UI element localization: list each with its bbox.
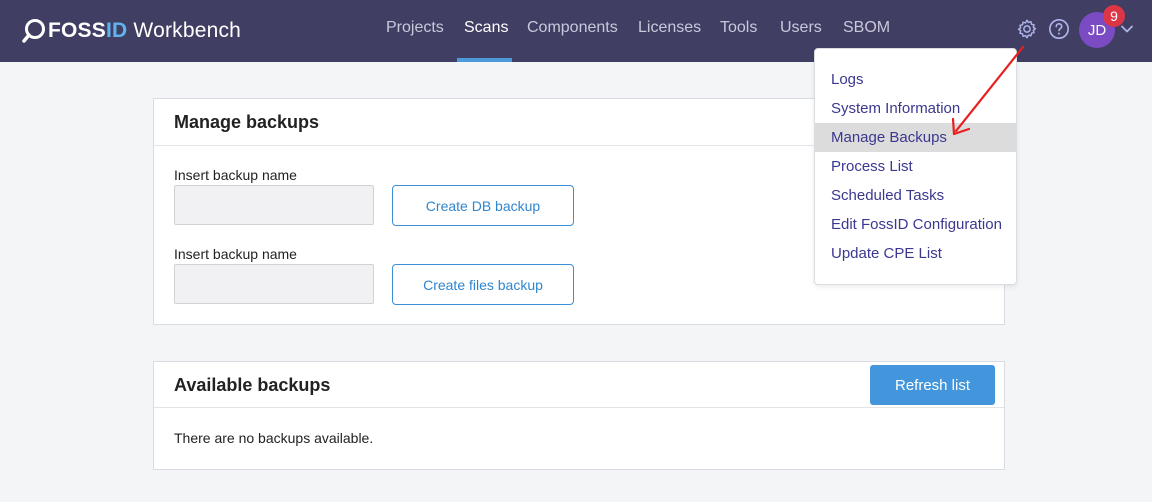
manage-backups-title: Manage backups [174, 112, 320, 132]
create-db-backup-button[interactable]: Create DB backup [392, 185, 574, 226]
gear-icon[interactable] [1016, 18, 1038, 45]
files-backup-name-label: Insert backup name [174, 246, 297, 262]
active-tab-indicator [457, 58, 512, 62]
help-icon[interactable] [1048, 18, 1070, 45]
chevron-down-icon[interactable] [1120, 22, 1134, 41]
empty-backups-message: There are no backups available. [174, 430, 374, 446]
refresh-list-button[interactable]: Refresh list [870, 365, 995, 405]
files-backup-name-input[interactable] [174, 264, 374, 304]
db-backup-name-label: Insert backup name [174, 167, 297, 183]
menu-item-process-list[interactable]: Process List [815, 152, 1016, 181]
db-backup-name-input[interactable] [174, 185, 374, 225]
create-files-backup-button[interactable]: Create files backup [392, 264, 574, 305]
settings-dropdown-menu: Logs System Information Manage Backups P… [814, 48, 1017, 285]
nav-components[interactable]: Components [527, 19, 618, 37]
nav-users[interactable]: Users [780, 19, 822, 37]
menu-item-edit-fossid-configuration[interactable]: Edit FossID Configuration [815, 210, 1016, 239]
fossid-logo[interactable]: FOSSID Workbench [22, 16, 241, 46]
magnifier-logo-icon [22, 19, 45, 43]
available-backups-title: Available backups [174, 375, 331, 395]
nav-scans[interactable]: Scans [464, 19, 508, 37]
nav-sbom[interactable]: SBOM [843, 19, 890, 37]
nav-licenses[interactable]: Licenses [638, 19, 701, 37]
available-backups-card: Available backups Refresh list There are… [153, 361, 1005, 470]
card-divider [154, 407, 1004, 408]
menu-item-logs[interactable]: Logs [815, 65, 1016, 94]
brand-name: FOSSID Workbench [48, 19, 242, 42]
menu-item-manage-backups[interactable]: Manage Backups [815, 123, 1016, 152]
menu-item-update-cpe-list[interactable]: Update CPE List [815, 239, 1016, 268]
nav-tools[interactable]: Tools [720, 19, 757, 37]
menu-item-system-information[interactable]: System Information [815, 94, 1016, 123]
menu-item-scheduled-tasks[interactable]: Scheduled Tasks [815, 181, 1016, 210]
nav-projects[interactable]: Projects [386, 19, 444, 37]
